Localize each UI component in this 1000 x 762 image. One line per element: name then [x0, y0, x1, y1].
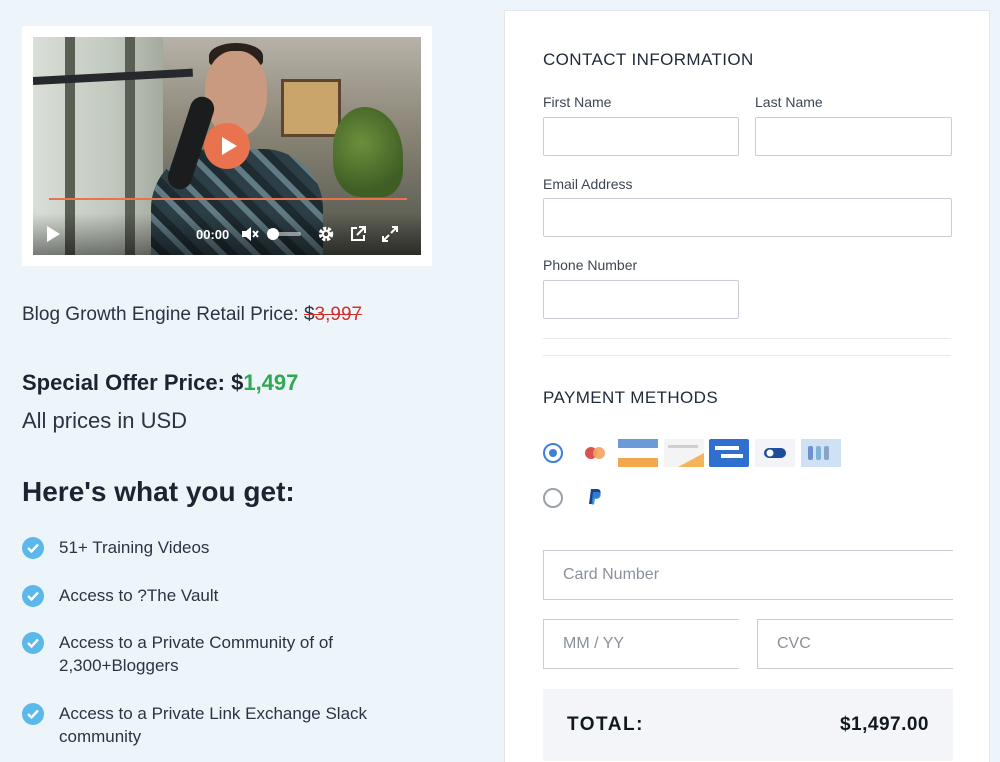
check-circle-icon [22, 585, 44, 607]
video-frame: 00:00 [22, 26, 432, 266]
mute-icon[interactable] [239, 223, 261, 245]
benefits-heading: Here's what you get: [22, 476, 295, 507]
check-circle-icon [22, 632, 44, 654]
special-offer-label: Special Offer Price: $ [22, 370, 244, 395]
benefit-text: 51+ Training Videos [59, 538, 210, 557]
card-brand-blue-icon [709, 439, 749, 467]
retail-price-label: Blog Growth Engine Retail Price: [22, 304, 304, 325]
paypal-payment-radio[interactable] [543, 488, 563, 508]
control-play-icon[interactable] [47, 226, 60, 242]
card-brand-orange-icon [618, 439, 658, 467]
mastercard-icon [575, 439, 615, 467]
last-name-field[interactable] [755, 117, 952, 156]
divider [543, 355, 951, 356]
video-play-button[interactable] [204, 123, 250, 169]
video-thumbnail-painting [281, 79, 341, 137]
card-cvc-input[interactable] [757, 619, 953, 669]
card-brand-toggle-icon [755, 439, 795, 467]
fullscreen-icon[interactable] [379, 223, 401, 245]
checkout-panel: CONTACT INFORMATION First Name Last Name… [504, 10, 990, 762]
contact-information-title: CONTACT INFORMATION [543, 50, 754, 69]
video-thumbnail-plant [333, 107, 403, 197]
volume-slider-knob[interactable] [267, 228, 280, 240]
benefit-item: Access to a Private Link Exchange Slack … [22, 702, 382, 748]
special-offer-price: Special Offer Price: $1,497 [22, 370, 298, 396]
order-total-box: TOTAL: $1,497.00 [543, 689, 953, 761]
last-name-label: Last Name [755, 94, 823, 110]
card-payment-radio[interactable] [543, 443, 563, 463]
settings-gear-icon[interactable] [315, 223, 337, 245]
retail-price-line: Blog Growth Engine Retail Price: $3,997 [22, 304, 362, 326]
email-label: Email Address [543, 176, 633, 192]
check-circle-icon [22, 703, 44, 725]
benefit-item: 51+ Training Videos [22, 536, 209, 559]
first-name-field[interactable] [543, 117, 739, 156]
phone-label: Phone Number [543, 257, 638, 273]
video-time: 00:00 [196, 226, 230, 242]
paypal-icon [575, 483, 615, 511]
benefit-text: Access to ?The Vault [59, 586, 219, 605]
video-progress-bar[interactable] [49, 198, 407, 200]
play-icon [222, 137, 237, 155]
phone-field[interactable] [543, 280, 739, 319]
benefit-item: Access to a Private Community of of 2,30… [22, 631, 352, 677]
card-number-input[interactable] [543, 550, 953, 600]
special-offer-amount: 1,497 [243, 370, 299, 395]
benefit-text: Access to a Private Community of of 2,30… [59, 633, 333, 675]
check-circle-icon [22, 537, 44, 559]
first-name-label: First Name [543, 94, 612, 110]
payment-methods-title: PAYMENT METHODS [543, 388, 719, 407]
email-field[interactable] [543, 198, 952, 237]
divider [543, 338, 951, 339]
benefit-text: Access to a Private Link Exchange Slack … [59, 704, 368, 746]
currency-note: All prices in USD [22, 408, 188, 433]
retail-price-currency: $ [303, 304, 315, 325]
card-brand-light-icon [664, 439, 704, 467]
popout-icon[interactable] [347, 223, 369, 245]
volume-slider[interactable] [267, 228, 302, 240]
retail-price-value: $3,997 [304, 304, 362, 325]
benefit-item: Access to ?The Vault [22, 584, 218, 607]
total-value: $1,497.00 [839, 714, 929, 735]
video-controls: 00:00 [33, 213, 421, 255]
card-brand-stripes-icon [801, 439, 841, 467]
video-player[interactable]: 00:00 [33, 37, 421, 255]
retail-price-amount: 3,997 [314, 304, 363, 325]
total-label: TOTAL: [567, 714, 644, 735]
card-expiry-input[interactable] [543, 619, 739, 669]
